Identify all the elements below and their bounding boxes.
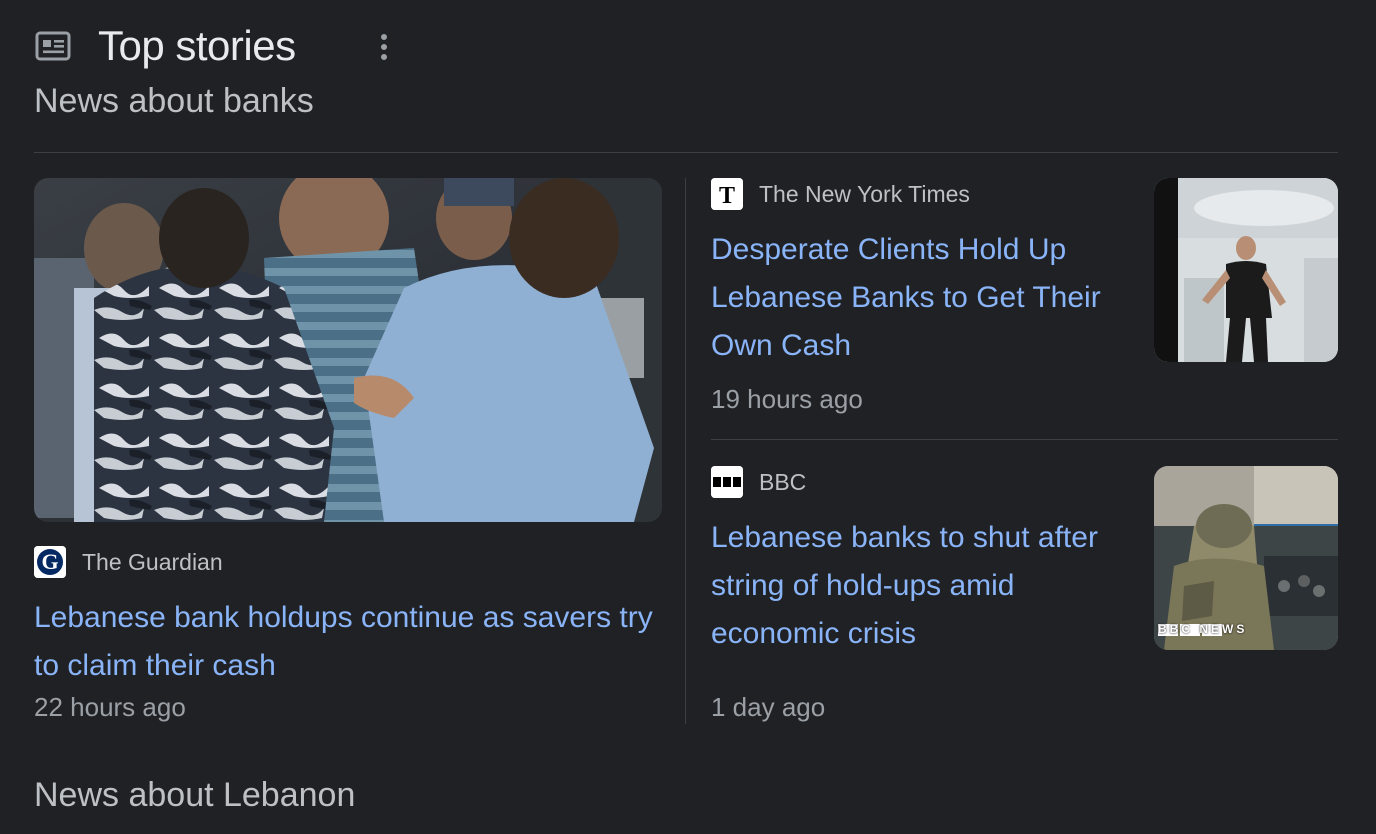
nyt-story-source: T The New York Times [711,178,970,210]
bbc-logo-icon [711,466,743,498]
bbc-story-thumbnail[interactable]: BBC NEWS [1154,466,1338,650]
news-about-lebanon-heading: News about Lebanon [34,776,356,814]
divider [34,152,1338,153]
source-name: The Guardian [82,548,223,575]
nyt-story-headline[interactable]: Desperate Clients Hold Up Lebanese Banks… [711,226,1141,370]
source-name: The New York Times [759,180,970,207]
bbc-news-watermark: BBC NEWS [1158,622,1248,636]
bbc-story-time: 1 day ago [711,692,826,722]
story-divider [711,439,1338,440]
guardian-logo-icon: G [34,546,66,578]
section-title: Top stories [98,22,296,69]
svg-text:T: T [719,183,735,209]
main-story-image[interactable] [34,178,662,522]
more-vert-icon[interactable] [374,30,394,64]
main-story-headline[interactable]: Lebanese bank holdups continue as savers… [34,594,674,690]
svg-text:G: G [41,549,58,574]
newspaper-icon [34,27,72,65]
bbc-story-source: BBC [711,466,806,498]
column-divider [685,178,686,724]
main-story-time: 22 hours ago [34,692,186,722]
nyt-logo-icon: T [711,178,743,210]
news-about-banks-heading: News about banks [34,82,314,120]
nyt-story-thumbnail[interactable] [1154,178,1338,362]
bbc-story-headline[interactable]: Lebanese banks to shut after string of h… [711,514,1141,658]
nyt-story-time: 19 hours ago [711,384,863,414]
main-story-source: G The Guardian [34,546,223,578]
top-stories-header: Top stories [34,22,387,70]
source-name: BBC [759,468,807,495]
